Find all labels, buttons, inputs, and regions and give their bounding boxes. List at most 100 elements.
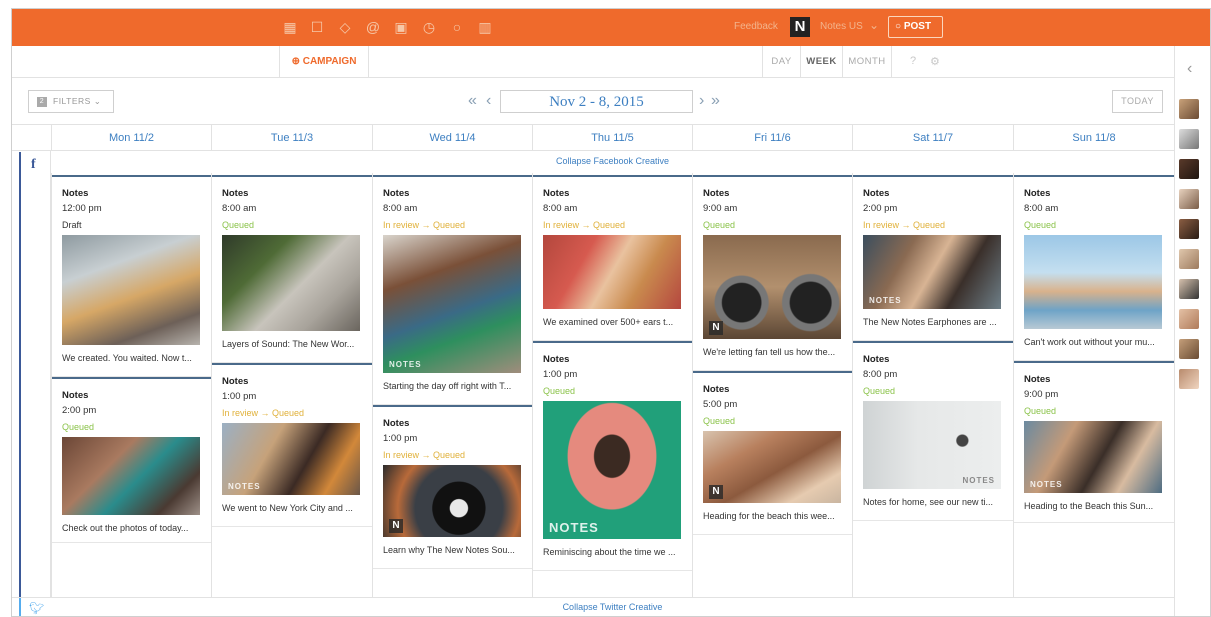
post-card[interactable]: Notes 2:00 pm In review → Queued NOTES T… [853, 175, 1013, 341]
collapse-twitter-link[interactable]: Collapse Twitter Creative [51, 602, 1174, 612]
gear-icon[interactable]: ⚙ [930, 55, 940, 68]
timer-icon[interactable]: ◷ [421, 19, 437, 35]
post-card[interactable]: Notes 1:00 pm In review → Queued NOTES W… [212, 363, 372, 527]
post-status: Queued [1024, 406, 1057, 416]
post-time: 2:00 pm [863, 203, 898, 214]
post-status: In review → Queued [863, 220, 946, 230]
avatar[interactable] [1179, 159, 1199, 179]
chevron-down-icon[interactable]: ⌄ [869, 18, 879, 32]
post-account: Notes [222, 188, 249, 199]
post-time: 8:00 am [222, 203, 257, 214]
post-card[interactable]: Notes 9:00 pm Queued NOTES Heading to th… [1014, 361, 1174, 523]
day-header-wed[interactable]: Wed 11/4 [372, 125, 532, 151]
post-time: 8:00 am [383, 203, 418, 214]
post-card[interactable]: Notes 2:00 pm Queued Check out the photo… [52, 377, 211, 543]
drop-icon[interactable]: ◇ [337, 19, 353, 35]
post-button[interactable]: ○ POST [888, 16, 943, 38]
campaign-label: CAMPAIGN [302, 56, 357, 67]
day-header-thu[interactable]: Thu 11/5 [532, 125, 692, 151]
post-card[interactable]: Notes 8:00 am In review → Queued We exam… [533, 175, 692, 341]
image-icon[interactable]: ▣ [393, 19, 409, 35]
post-card[interactable]: Notes 12:00 pm Draft We created. You wai… [52, 175, 211, 377]
chevron-left-icon[interactable]: ‹ [1187, 60, 1192, 78]
post-image: NOTES [543, 401, 681, 539]
view-month-button[interactable]: MONTH [842, 46, 892, 77]
post-card[interactable]: Notes 8:00 am Queued Layers of Sound: Th… [212, 175, 372, 363]
post-status: Queued [62, 422, 95, 432]
twitter-indicator [19, 598, 21, 616]
view-week-button[interactable]: WEEK [800, 46, 842, 77]
post-image: NOTES [222, 423, 360, 495]
account-selector[interactable]: Notes US [820, 21, 863, 32]
post-status: In review → Queued [383, 450, 466, 460]
post-card[interactable]: Notes 1:00 pm In review → Queued N Learn… [373, 405, 532, 569]
view-day-button[interactable]: DAY [762, 46, 800, 77]
twitter-section: Collapse Twitter Creative [12, 597, 1174, 616]
post-account: Notes [863, 188, 890, 199]
avatar[interactable] [1179, 369, 1199, 389]
day-header-mon[interactable]: Mon 11/2 [51, 125, 211, 151]
post-card[interactable]: Notes 9:00 am Queued N We're letting fan… [693, 175, 852, 371]
post-card[interactable]: Notes 8:00 am Queued Can't work out with… [1014, 175, 1174, 361]
day-header-sat[interactable]: Sat 11/7 [852, 125, 1013, 151]
avatar[interactable] [1179, 309, 1199, 329]
calendar-icon[interactable]: ▦ [282, 19, 298, 35]
notes-watermark: NOTES [549, 520, 599, 535]
campaign-button[interactable]: ⊕ CAMPAIGN [279, 46, 369, 77]
post-time: 1:00 pm [543, 369, 578, 380]
chart-icon[interactable]: ▥ [477, 19, 493, 35]
post-time: 8:00 pm [863, 369, 898, 380]
avatar[interactable] [1179, 99, 1199, 119]
at-icon[interactable]: @ [365, 19, 381, 35]
post-account: Notes [383, 188, 410, 199]
avatar[interactable] [1179, 279, 1199, 299]
post-card[interactable]: Notes 8:00 pm Queued NOTES Notes for hom… [853, 341, 1013, 521]
avatar[interactable] [1179, 339, 1199, 359]
post-card[interactable]: Notes 1:00 pm Queued NOTES Reminiscing a… [533, 341, 692, 571]
post-account: Notes [1024, 374, 1051, 385]
top-navigation-bar: ▦ ☐ ◇ @ ▣ ◷ ○ ▥ Feedback N Notes US ⌄ ○ … [12, 9, 1210, 46]
edit-icon[interactable]: ☐ [309, 19, 325, 35]
post-status: Queued [703, 416, 736, 426]
next-month-icon[interactable]: » [711, 92, 720, 110]
post-card[interactable]: Notes 8:00 am In review → Queued NOTES S… [373, 175, 532, 405]
post-caption: Learn why The New Notes Sou... [383, 545, 515, 555]
post-status: Queued [703, 220, 736, 230]
post-status: Draft [62, 220, 82, 230]
notes-watermark: NOTES [228, 482, 261, 491]
post-time: 9:00 pm [1024, 389, 1059, 400]
date-navigation-bar: 2 FILTERS ⌄ « ‹ Nov 2 - 8, 2015 › » TODA… [12, 78, 1174, 125]
post-account: Notes [703, 188, 730, 199]
next-week-icon[interactable]: › [699, 92, 704, 110]
avatar[interactable] [1179, 189, 1199, 209]
day-header-fri[interactable]: Fri 11/6 [692, 125, 852, 151]
avatar[interactable] [1179, 249, 1199, 269]
post-caption: Heading to the Beach this Sun... [1024, 501, 1154, 511]
post-card[interactable]: Notes 5:00 pm Queued N Heading for the b… [693, 371, 852, 535]
post-time: 5:00 pm [703, 399, 738, 410]
day-column-mon: Notes 12:00 pm Draft We created. You wai… [51, 173, 211, 597]
post-caption: Can't work out without your mu... [1024, 337, 1155, 347]
post-caption: Layers of Sound: The New Wor... [222, 339, 355, 349]
help-icon[interactable]: ? [910, 55, 916, 67]
avatar[interactable] [1179, 129, 1199, 149]
post-account: Notes [62, 390, 89, 401]
team-sidebar: ‹ [1174, 46, 1210, 616]
filters-button[interactable]: 2 FILTERS ⌄ [28, 90, 114, 113]
chevron-down-icon: ⌄ [93, 96, 102, 106]
day-header-tue[interactable]: Tue 11/3 [211, 125, 372, 151]
date-range-display[interactable]: Nov 2 - 8, 2015 [500, 90, 693, 113]
post-image: N [703, 235, 841, 339]
chat-bubble-icon: ○ [895, 21, 902, 32]
today-button[interactable]: TODAY [1112, 90, 1163, 113]
avatar[interactable] [1179, 219, 1199, 239]
previous-week-icon[interactable]: ‹ [486, 92, 491, 110]
header-gutter [12, 125, 51, 151]
refresh-icon[interactable]: ○ [449, 19, 465, 35]
collapse-facebook-link[interactable]: Collapse Facebook Creative [51, 156, 1174, 166]
post-time: 1:00 pm [383, 433, 418, 444]
previous-month-icon[interactable]: « [468, 92, 477, 110]
day-header-sun[interactable]: Sun 11/8 [1013, 125, 1174, 151]
feedback-link[interactable]: Feedback [734, 21, 778, 32]
day-column-thu: Notes 8:00 am In review → Queued We exam… [532, 173, 692, 597]
